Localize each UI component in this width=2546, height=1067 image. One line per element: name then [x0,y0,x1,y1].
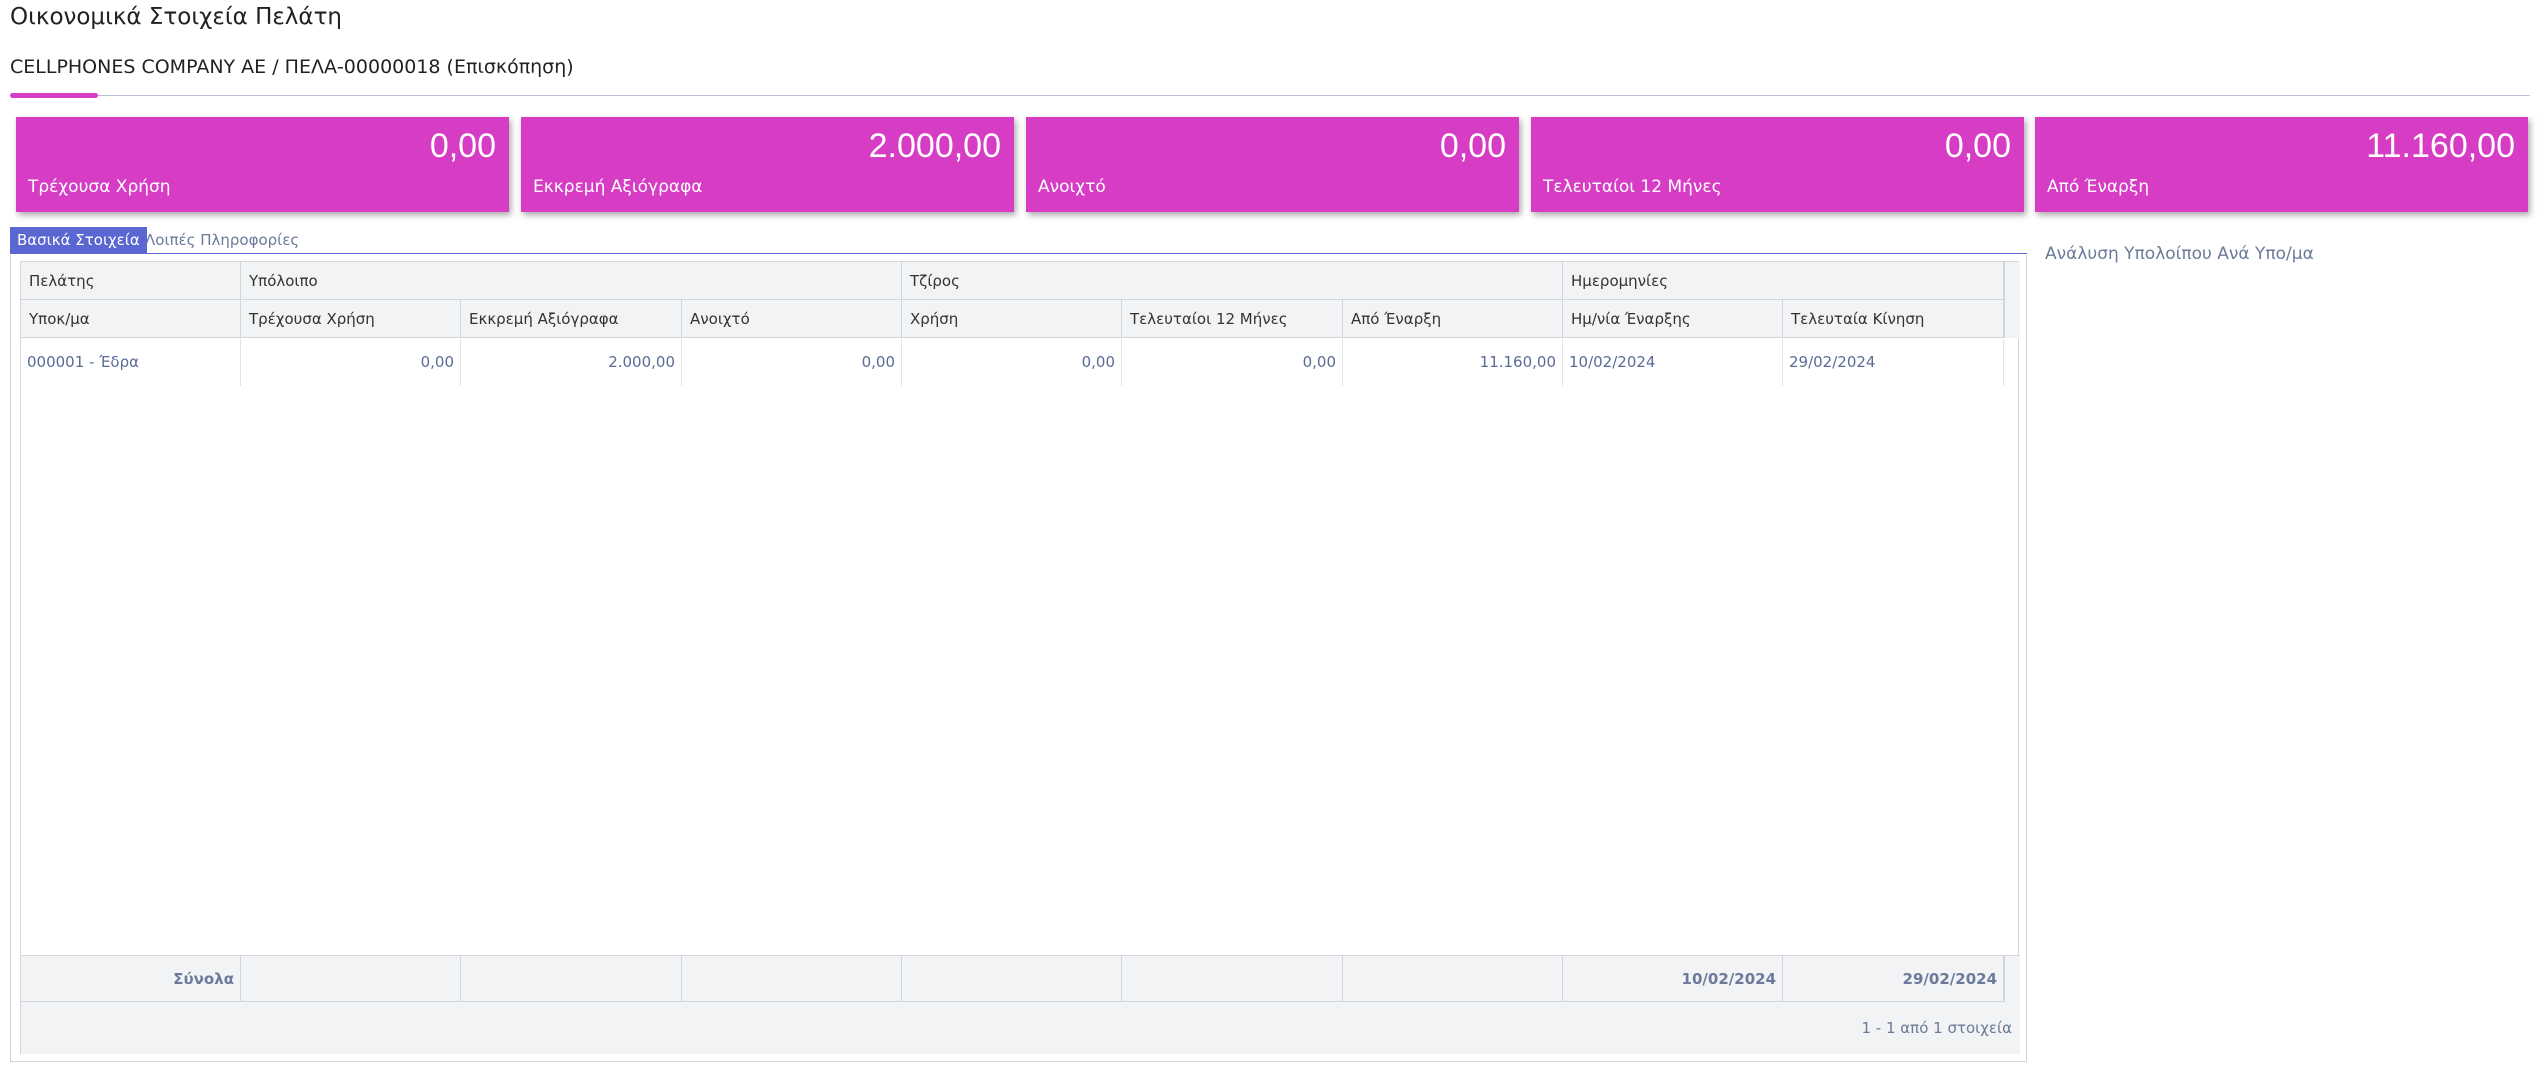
cell-start-date: 10/02/2024 [1563,339,1783,386]
kpi-label: Τελευταίοι 12 Μήνες [1543,177,1722,197]
kpi-label: Τρέχουσα Χρήση [28,177,171,197]
cell-since-start: 11.160,00 [1343,339,1563,386]
cell-current-year: 0,00 [241,339,461,386]
totals-cell-empty [1343,956,1563,1003]
col-header-last-move[interactable]: Τελευταία Κίνηση [1783,300,2004,338]
tab-strip: Βασικά Στοιχεία Λοιπές Πληροφορίες [10,227,2027,254]
cell-last-move: 29/02/2024 [1783,339,2004,386]
kpi-card-current-year[interactable]: 0,00 Τρέχουσα Χρήση [16,117,509,212]
totals-label: Σύνολα [21,956,241,1003]
kpi-row: 0,00 Τρέχουσα Χρήση 2.000,00 Εκκρεμή Αξι… [16,117,2530,212]
kpi-label: Από Έναρξη [2047,177,2150,197]
col-header-since-start[interactable]: Από Έναρξη [1343,300,1563,338]
page-title: Οικονομικά Στοιχεία Πελάτη [10,4,343,30]
cell-branch[interactable]: 000001 - Έδρα [21,339,241,386]
tab-other-info[interactable]: Λοιπές Πληροφορίες [138,227,306,253]
group-header-turnover: Τζίρος [902,262,1563,300]
kpi-card-since-start[interactable]: 11.160,00 Από Έναρξη [2035,117,2528,212]
kpi-card-last-12-months[interactable]: 0,00 Τελευταίοι 12 Μήνες [1531,117,2024,212]
totals-start-date: 10/02/2024 [1563,956,1783,1003]
kpi-value: 0,00 [1944,127,2011,165]
pager-footer: 1 - 1 από 1 στοιχεία [21,1002,2020,1054]
totals-cell-empty [1122,956,1343,1003]
tab-basic-info[interactable]: Βασικά Στοιχεία [10,227,147,253]
side-panel-title: Ανάλυση Υπολοίπου Ανά Υπο/μα [2045,244,2314,264]
group-header-row: Πελάτης Υπόλοιπο Τζίρος Ημερομηνίες [21,262,2020,300]
kpi-value: 0,00 [1439,127,1506,165]
col-header-current-year[interactable]: Τρέχουσα Χρήση [241,300,461,338]
totals-cell-empty [902,956,1122,1003]
kpi-label: Ανοιχτό [1038,177,1106,197]
data-grid: Πελάτης Υπόλοιπο Τζίρος Ημερομηνίες Υποκ… [20,261,2020,1054]
col-header-pending-checks[interactable]: Εκκρεμή Αξιόγραφα [461,300,682,338]
totals-row: Σύνολα 10/02/2024 29/02/2024 [21,955,2020,1003]
kpi-value: 0,00 [429,127,496,165]
cell-open: 0,00 [682,339,902,386]
group-header-customer: Πελάτης [21,262,241,300]
pager-info: 1 - 1 από 1 στοιχεία [1861,1019,2012,1037]
col-header-last-12-months[interactable]: Τελευταίοι 12 Μήνες [1122,300,1343,338]
col-header-start-date[interactable]: Ημ/νία Έναρξης [1563,300,1783,338]
column-header-row: Υποκ/μα Τρέχουσα Χρήση Εκκρεμή Αξιόγραφα… [21,300,2020,338]
kpi-card-pending-checks[interactable]: 2.000,00 Εκκρεμή Αξιόγραφα [521,117,1014,212]
col-header-year[interactable]: Χρήση [902,300,1122,338]
cell-year: 0,00 [902,339,1122,386]
cell-pending-checks: 2.000,00 [461,339,682,386]
kpi-label: Εκκρεμή Αξιόγραφα [533,177,703,197]
table-row[interactable]: 000001 - Έδρα 0,00 2.000,00 0,00 0,00 0,… [21,339,2020,386]
title-accent-bar [10,93,98,98]
group-header-balance: Υπόλοιπο [241,262,902,300]
cell-last-12-months: 0,00 [1122,339,1343,386]
col-header-open[interactable]: Ανοιχτό [682,300,902,338]
totals-scroll-gutter [2004,956,2020,1002]
group-header-dates: Ημερομηνίες [1563,262,2004,300]
kpi-value: 2.000,00 [868,127,1001,165]
col-header-branch[interactable]: Υποκ/μα [21,300,241,338]
grid-panel: Πελάτης Υπόλοιπο Τζίρος Ημερομηνίες Υποκ… [10,255,2027,1062]
totals-cell-empty [461,956,682,1003]
kpi-card-open[interactable]: 0,00 Ανοιχτό [1026,117,1519,212]
kpi-value: 11.160,00 [2366,127,2515,165]
header-scroll-gutter [2004,300,2020,338]
page-subtitle: CELLPHONES COMPANY AE / ΠΕΛΑ-00000018 (Ε… [10,56,574,78]
title-underline [10,95,2530,96]
header-scroll-gutter [2004,262,2020,300]
totals-cell-empty [241,956,461,1003]
totals-cell-empty [682,956,902,1003]
totals-last-move: 29/02/2024 [1783,956,2004,1003]
